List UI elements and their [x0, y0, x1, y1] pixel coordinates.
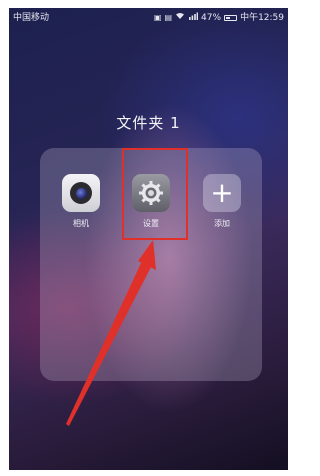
- arrow-shaft: [66, 261, 151, 426]
- pointer-arrow: [66, 240, 156, 426]
- phone-screen: 中国移动 ▣ ▤ 47% 中午12:59 文件夹 1 相机 设置 + 添加: [9, 8, 288, 470]
